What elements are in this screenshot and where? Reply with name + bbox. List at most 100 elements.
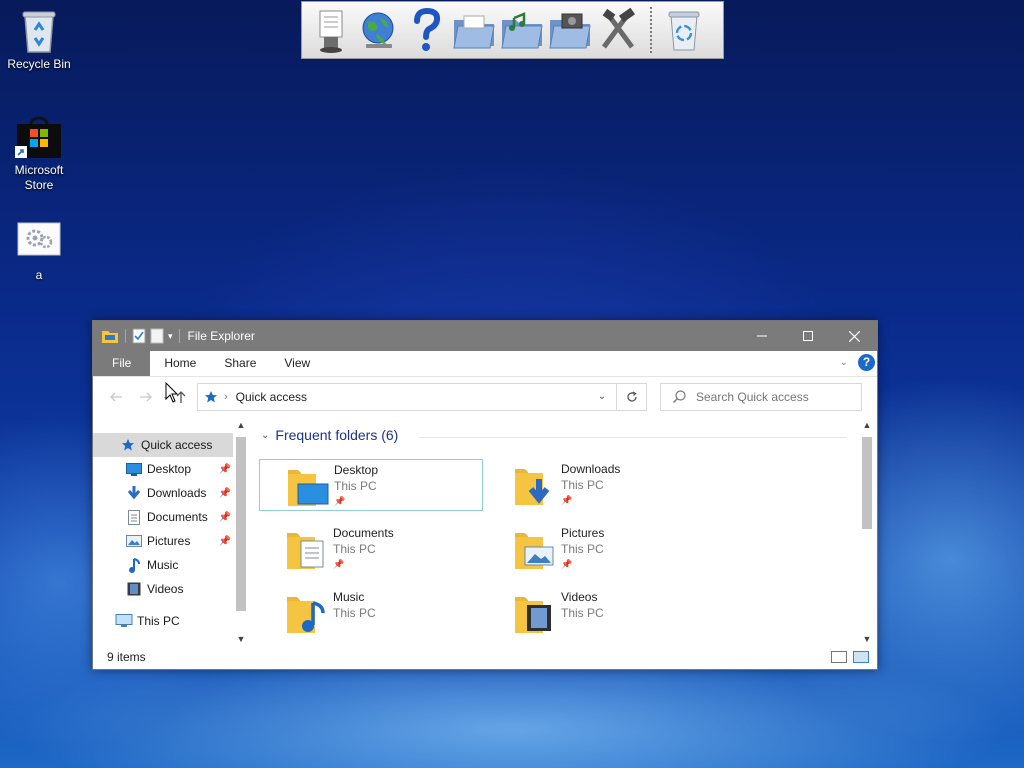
nav-item-music[interactable]: Music bbox=[93, 553, 233, 577]
properties-icon[interactable] bbox=[132, 328, 146, 344]
help-button[interactable]: ? bbox=[858, 354, 875, 371]
search-icon bbox=[673, 390, 686, 403]
new-folder-icon[interactable] bbox=[150, 328, 164, 344]
search-box[interactable] bbox=[660, 382, 862, 411]
computer-icon bbox=[115, 613, 133, 629]
nav-item-downloads[interactable]: Downloads 📌 bbox=[93, 481, 233, 505]
scroll-up-arrow-icon[interactable]: ▲ bbox=[859, 417, 875, 433]
star-icon bbox=[119, 437, 137, 453]
pin-icon: 📌 bbox=[333, 559, 345, 569]
search-input[interactable] bbox=[696, 389, 856, 404]
folder-location: This PC bbox=[333, 542, 376, 556]
collapse-chevron-icon: ⌄ bbox=[261, 429, 270, 441]
pin-icon: 📌 bbox=[561, 559, 573, 569]
downloads-folder-icon bbox=[515, 469, 550, 505]
folder-tile-desktop[interactable]: Desktop This PC 📌 bbox=[259, 459, 483, 511]
quick-access-toolbar: ▾ bbox=[93, 328, 182, 344]
music-note-icon bbox=[125, 557, 143, 573]
large-icons-view-button[interactable] bbox=[853, 651, 869, 663]
nav-item-pictures[interactable]: Pictures 📌 bbox=[93, 529, 233, 553]
scroll-up-arrow-icon[interactable]: ▲ bbox=[233, 417, 249, 433]
tab-file[interactable]: File bbox=[93, 351, 151, 376]
folder-tile-videos[interactable]: Videos This PC bbox=[487, 587, 711, 639]
desktop-icon-a[interactable]: a bbox=[1, 222, 77, 283]
film-icon bbox=[125, 581, 143, 597]
address-bar[interactable]: › Quick access ⌄ bbox=[197, 382, 617, 411]
nav-label: Videos bbox=[147, 582, 184, 596]
nav-label: This PC bbox=[137, 614, 180, 628]
folder-name: Videos bbox=[561, 590, 598, 604]
close-button[interactable] bbox=[831, 321, 877, 351]
back-button[interactable] bbox=[101, 383, 131, 411]
address-location: Quick access bbox=[235, 389, 308, 404]
item-count: 9 items bbox=[107, 650, 146, 664]
folder-location: This PC bbox=[561, 478, 604, 492]
tab-home[interactable]: Home bbox=[150, 351, 210, 376]
group-header-frequent-folders[interactable]: ⌄ Frequent folders (6) bbox=[261, 427, 398, 443]
toolbar-button-recycle-bin[interactable] bbox=[662, 5, 706, 55]
pictures-folder-icon bbox=[515, 533, 554, 569]
microsoft-store-label-line1: Microsoft bbox=[14, 163, 64, 177]
qa-separator bbox=[125, 329, 126, 343]
tab-view[interactable]: View bbox=[270, 351, 324, 376]
nav-item-videos[interactable]: Videos bbox=[93, 577, 233, 601]
folder-tile-music[interactable]: Music This PC bbox=[259, 587, 483, 639]
nav-label: Pictures bbox=[147, 534, 191, 548]
nav-label: Quick access bbox=[141, 438, 213, 452]
file-explorer-window: ▾ File Explorer File Home Share View ⌄ ? bbox=[92, 320, 878, 670]
globe-icon bbox=[362, 12, 394, 48]
toolbar-button-tools[interactable] bbox=[596, 5, 640, 55]
document-icon bbox=[125, 509, 143, 525]
folder-location: This PC bbox=[561, 542, 604, 556]
maximize-button[interactable] bbox=[785, 321, 831, 351]
nav-item-quick-access[interactable]: Quick access bbox=[93, 433, 233, 457]
desktop-icon-microsoft-store[interactable]: Microsoft Store bbox=[1, 114, 77, 193]
tab-share[interactable]: Share bbox=[210, 351, 270, 376]
microsoft-store-icon bbox=[15, 116, 61, 158]
content-scroll-thumb[interactable] bbox=[862, 437, 872, 529]
download-arrow-icon bbox=[125, 485, 143, 501]
star-icon bbox=[205, 390, 217, 402]
nav-item-this-pc[interactable]: This PC bbox=[93, 609, 233, 633]
toolbar-button-photo-folder[interactable] bbox=[548, 5, 592, 55]
settings-file-icon bbox=[17, 222, 61, 256]
toolbar-button-globe[interactable] bbox=[356, 5, 400, 55]
desktop-folder-icon bbox=[288, 470, 329, 506]
toolbar-button-document-viewer[interactable] bbox=[308, 5, 352, 55]
desktop-icon-recycle-bin[interactable]: Recycle Bin bbox=[1, 8, 77, 72]
details-view-button[interactable] bbox=[831, 651, 847, 663]
folder-tile-documents[interactable]: Documents This PC 📌 bbox=[259, 523, 483, 575]
nav-item-desktop[interactable]: Desktop 📌 bbox=[93, 457, 233, 481]
music-folder-icon bbox=[287, 597, 325, 633]
refresh-button[interactable] bbox=[617, 382, 647, 411]
nav-item-documents[interactable]: Documents 📌 bbox=[93, 505, 233, 529]
pin-icon: 📌 bbox=[218, 463, 231, 475]
minimize-button[interactable] bbox=[739, 321, 785, 351]
forward-button[interactable] bbox=[131, 383, 161, 411]
folder-name: Documents bbox=[333, 526, 394, 540]
pin-icon: 📌 bbox=[334, 496, 346, 506]
pin-icon: 📌 bbox=[561, 495, 573, 505]
address-dropdown-icon[interactable]: ⌄ bbox=[588, 384, 616, 410]
folder-location: This PC bbox=[333, 606, 376, 620]
customize-qa-dropdown-icon[interactable]: ▾ bbox=[168, 331, 173, 342]
status-bar: 9 items bbox=[93, 645, 877, 669]
expand-ribbon-icon[interactable]: ⌄ bbox=[840, 357, 848, 368]
content-scrollbar[interactable]: ▲ ▼ bbox=[859, 417, 875, 647]
folder-name: Pictures bbox=[561, 526, 605, 540]
toolbar-button-folder[interactable] bbox=[452, 5, 496, 55]
toolbar-button-music-folder[interactable] bbox=[500, 5, 544, 55]
folder-tile-pictures[interactable]: Pictures This PC 📌 bbox=[487, 523, 711, 575]
recycle-bin-icon bbox=[22, 11, 56, 53]
folder-tile-downloads[interactable]: Downloads This PC 📌 bbox=[487, 459, 711, 511]
folder-icon bbox=[453, 15, 495, 49]
pin-icon: 📌 bbox=[218, 511, 231, 523]
window-title: File Explorer bbox=[187, 329, 255, 343]
help-icon bbox=[414, 7, 441, 51]
title-bar[interactable]: ▾ File Explorer bbox=[93, 321, 877, 351]
nav-pane-scroll-thumb[interactable] bbox=[236, 437, 246, 611]
toolbar-separator bbox=[650, 7, 652, 53]
microsoft-store-label-line2: Store bbox=[24, 178, 54, 192]
toolbar-button-help[interactable] bbox=[404, 5, 448, 55]
nav-pane-scrollbar[interactable]: ▲ ▼ bbox=[233, 417, 249, 647]
